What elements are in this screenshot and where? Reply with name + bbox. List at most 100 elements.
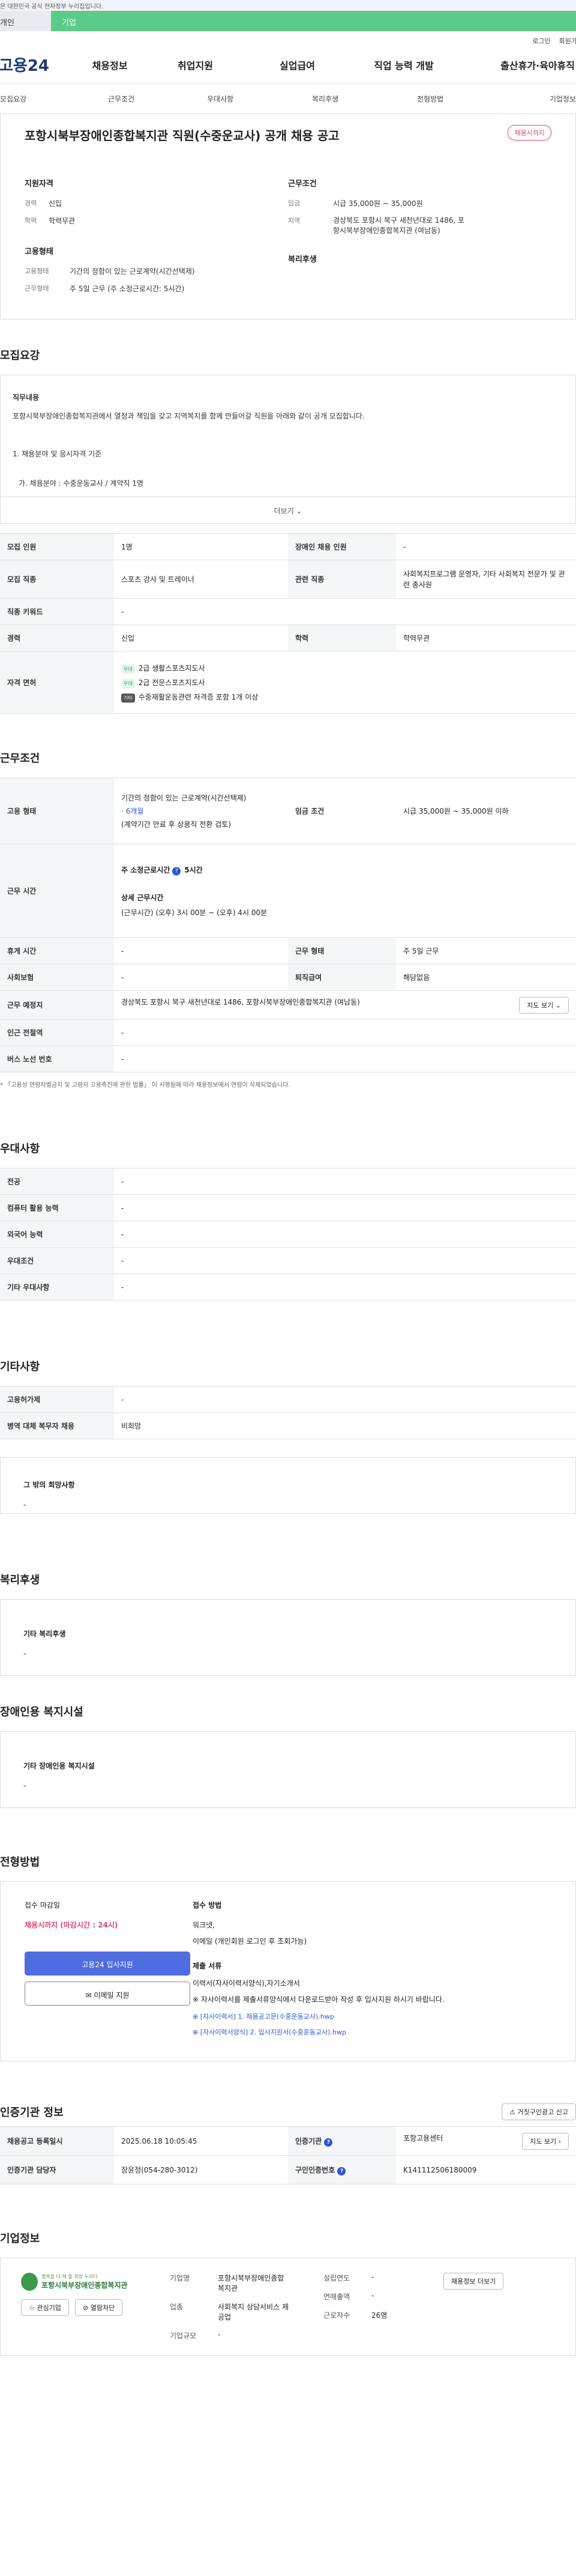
value: 기간의 정함이 있는 근로계약(시간선택제)	[70, 267, 195, 276]
value: -	[114, 1247, 576, 1274]
label: 기업규모	[170, 2332, 197, 2340]
apply-button[interactable]: 고용24 입사지원	[25, 1952, 190, 1976]
subnav-recruit[interactable]: 모집요강	[0, 94, 108, 104]
label: 지역	[288, 217, 301, 225]
section-auth: 인증기관 정보	[0, 2106, 64, 2119]
block-icon: ⊘	[83, 2304, 89, 2312]
label: 모집 직종	[0, 560, 114, 599]
age-note: * 「고용상 연령차별금지 및 고령자 고용촉진에 관한 법률」 이 시행됨에 …	[0, 1082, 290, 1089]
subnav-pref[interactable]: 우대사항	[207, 94, 312, 104]
benefit-sub: 기타 복리후생	[23, 1630, 66, 1638]
file-link[interactable]: ⊕ [자사이력서] 1. 채용공고문(수중운동교사).hwp	[193, 2012, 551, 2021]
duty-text: 포항시북부장애인종합복지관에서 열정과 책임을 갖고 지역복지를 함께 만들어갈…	[13, 412, 365, 420]
label: 학력	[288, 624, 396, 652]
label: 우대조건	[0, 1247, 114, 1274]
label: 연매출액	[323, 2293, 350, 2301]
label: 관련 직종	[288, 560, 396, 599]
label: 병역 대체 복무자 채용	[0, 1412, 114, 1439]
gov-notice: 이 누리집은 대한민국 공식 전자정부 누리집입니다.	[0, 0, 576, 11]
value: 사회복지프로그램 운영자, 기타 사회복지 전문가 및 관련 종사원	[396, 560, 576, 599]
license-list: 우대 2급 생활스포츠지도사 우대 2급 전문스포츠지도사 기타 수중재활운동관련 자…	[114, 651, 576, 714]
disab-sub: 기타 장애인용 복지시설	[23, 1762, 95, 1770]
star-icon: ☆	[29, 2304, 35, 2312]
welfare-heading: 복리후생	[288, 255, 317, 264]
info-icon: ?	[337, 2166, 346, 2175]
info-icon: ?	[324, 2138, 333, 2147]
value: -	[396, 533, 576, 560]
value: 해당없음	[396, 964, 576, 991]
value: -	[218, 2330, 221, 2339]
company-logo: 행복을 더 해 줄 희망 누리다 포항시북부장애인종합복지관	[21, 2273, 170, 2291]
value: 사회복지 상담서비스 제공업	[218, 2303, 289, 2321]
label: 전공	[0, 1168, 114, 1195]
status-badge: 채용시까지	[508, 125, 551, 141]
menu-benefit[interactable]: 실업급여	[248, 58, 347, 72]
value: -	[371, 2273, 374, 2281]
section-disab: 장애인용 복지시설	[0, 1706, 83, 1719]
value: 시급 35,000원 ~ 35,000원	[333, 199, 423, 208]
favorite-button[interactable]: ☆ 관심기업	[21, 2299, 69, 2316]
label: 사회보험	[0, 964, 114, 991]
subnav-benefit[interactable]: 복리후생	[312, 94, 417, 104]
license: 수중재활운동관련 자격증 포함 1개 이상	[138, 692, 259, 701]
subnav-company[interactable]: 기업정보	[525, 94, 576, 104]
mail-icon: ✉	[85, 1991, 92, 2000]
section-benefit: 복리후생	[0, 1574, 40, 1586]
file-link[interactable]: ⊕ [자사이력서양식] 2. 입사지원서(수중운동교사).hwp	[193, 2027, 551, 2037]
logo-emblem-icon	[21, 2273, 38, 2291]
value: 학력무관	[396, 624, 576, 652]
cond-heading: 근무조건	[288, 180, 317, 189]
deadline-value: 채용시까지 (마감시간 : 24시)	[25, 1921, 118, 1929]
label: 임금 조건	[288, 778, 396, 844]
label: 휴게 시간	[0, 937, 114, 964]
value: 이력서(자사이력서양식),자기소개서	[193, 1979, 300, 1988]
value: -	[371, 2291, 374, 2300]
company-jobs-button[interactable]: 채용정보 더보기	[443, 2273, 504, 2290]
etc-tag: 기타	[121, 693, 135, 703]
value: 2025.06.18 10:05:45	[114, 2126, 288, 2156]
label: 직종 키워드	[0, 598, 114, 625]
label: 컴퓨터 활용 능력	[0, 1194, 114, 1221]
value: 경상북도 포항시 북구 새천년대로 1486, 포항시북부장애인종합복지관 (여…	[333, 216, 465, 235]
value: 스포츠 강사 및 트레이너	[114, 560, 288, 599]
time-value: 주 소정근로시간 ? 5시간 상세 근무시간 (근무시간) (오후) 3시 00분…	[114, 844, 576, 938]
login-link[interactable]: 로그인	[532, 37, 550, 45]
label: 설립연도	[323, 2274, 350, 2282]
value: -	[114, 1221, 576, 1248]
email-apply-button[interactable]: ✉ 이메일 지원	[25, 1982, 190, 2006]
label: 버스 노선 번호	[0, 1045, 114, 1072]
duty-title: 직무내용	[13, 393, 40, 402]
menu-jobs[interactable]: 채용정보	[77, 58, 143, 72]
tab-company[interactable]: 기업	[51, 11, 576, 31]
join-link[interactable]: 회원가입	[559, 37, 576, 45]
block-button[interactable]: ⊘ 열람차단	[75, 2299, 123, 2316]
label: 장애인 채용 인원	[288, 533, 396, 560]
menu-leave[interactable]: 출산휴가·육아휴직	[461, 58, 575, 72]
label: 고용 형태	[0, 778, 114, 844]
menu-training[interactable]: 직업 능력 개발	[347, 58, 461, 72]
tab-personal[interactable]: 개인	[0, 11, 51, 31]
emp-heading: 고용형태	[25, 247, 53, 256]
value: -	[114, 1274, 576, 1301]
label: 인증기관 담당자	[0, 2155, 114, 2184]
label: 고용형태	[25, 267, 49, 275]
map-button[interactable]: 지도 보기 ⌄	[519, 996, 569, 1014]
more-button[interactable]: 더보기 ⌄	[0, 497, 576, 524]
report-icon: ⚠	[509, 2108, 516, 2116]
label: 채용공고 등록일시	[0, 2126, 114, 2156]
site-logo[interactable]: 고용24	[0, 53, 77, 76]
value: -	[114, 1168, 576, 1195]
label: 고용허가제	[0, 1386, 114, 1413]
label: 업종	[170, 2303, 184, 2311]
subnav-process[interactable]: 전형방법	[417, 94, 525, 104]
section-etc: 기타사항	[0, 1361, 40, 1373]
emp-value: 기간의 정함이 있는 근로계약(시간선택제) · 6개월 (계약기간 만료 후 상용…	[114, 778, 288, 844]
value: -	[114, 1019, 576, 1046]
value: K141112506180009	[396, 2155, 576, 2184]
menu-support[interactable]: 취업지원	[143, 58, 248, 72]
map-button[interactable]: 지도 보기 ›	[522, 2132, 569, 2150]
download-icon: ⊕	[193, 2028, 199, 2036]
value: 시급 35,000원 ~ 35,000원 이하	[396, 778, 576, 844]
report-button[interactable]: ⚠ 거짓구인광고 신고	[502, 2103, 576, 2120]
subnav-work[interactable]: 근무조건	[108, 94, 207, 104]
